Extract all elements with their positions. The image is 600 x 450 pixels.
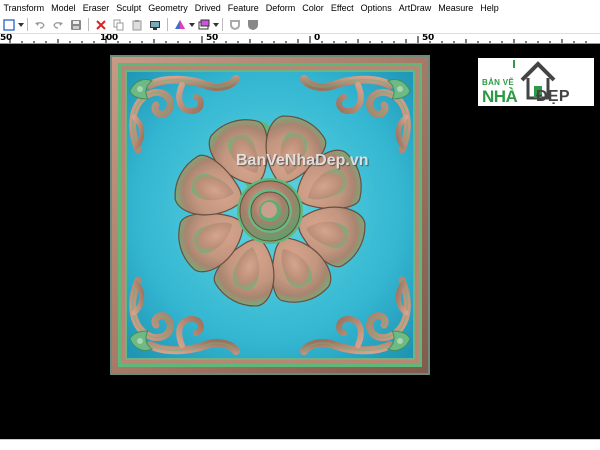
save-icon[interactable]: [69, 18, 83, 32]
display-icon[interactable]: [148, 18, 162, 32]
menu-help[interactable]: Help: [477, 0, 503, 16]
site-logo: BẢN VẼ NHÀ ĐẸP: [478, 58, 594, 106]
color-mode-icon[interactable]: [173, 18, 187, 32]
menu-feature[interactable]: Feature: [224, 0, 262, 16]
ruler-label: 50: [422, 33, 434, 43]
toolbar-separator: [88, 18, 89, 31]
logo-line-3: ĐẸP: [536, 88, 570, 105]
menu-bar: Transform Model Eraser Sculpt Geometry D…: [0, 0, 600, 16]
dropdown-arrow-icon[interactable]: [213, 18, 219, 32]
menu-measure[interactable]: Measure: [435, 0, 477, 16]
delete-icon[interactable]: [94, 18, 108, 32]
ruler-label: 0: [314, 33, 320, 43]
horizontal-ruler[interactable]: 50 100 50 0 50: [0, 33, 600, 44]
copy-icon[interactable]: [112, 18, 126, 32]
toolbar-separator: [27, 18, 28, 31]
select-icon[interactable]: [2, 18, 16, 32]
toolbar: [0, 16, 600, 33]
ruler-label: 50: [0, 33, 12, 43]
ruler-label: 100: [100, 33, 118, 43]
relief-model[interactable]: [110, 55, 430, 375]
menu-deform[interactable]: Deform: [262, 0, 299, 16]
toolbar-separator: [167, 18, 168, 31]
menu-effect[interactable]: Effect: [327, 0, 357, 16]
menu-sculpt[interactable]: Sculpt: [113, 0, 145, 16]
app-window: Transform Model Eraser Sculpt Geometry D…: [0, 0, 600, 450]
view-icon[interactable]: [197, 18, 211, 32]
ruler-ticks: [9, 36, 587, 43]
menu-geometry[interactable]: Geometry: [145, 0, 192, 16]
logo-line-1: BẢN VẼ: [482, 78, 515, 87]
logo-line-2: NHÀ: [482, 87, 518, 106]
dropdown-arrow-icon[interactable]: [18, 18, 24, 32]
dropdown-arrow-icon[interactable]: [189, 18, 195, 32]
menu-artdraw[interactable]: ArtDraw: [395, 0, 435, 16]
status-bar: [0, 439, 600, 450]
menu-drived[interactable]: Drived: [191, 0, 224, 16]
watermark-text: BanVeNhaDep.vn: [236, 152, 369, 169]
viewport-canvas[interactable]: BanVeNhaDep.vn BẢN VẼ NHÀ ĐẸP: [0, 44, 600, 439]
undo-icon[interactable]: [33, 18, 47, 32]
ruler-label: 50: [206, 33, 218, 43]
toolbar-separator: [222, 18, 223, 31]
paste-icon[interactable]: [130, 18, 144, 32]
menu-color[interactable]: Color: [299, 0, 328, 16]
menu-options[interactable]: Options: [357, 0, 395, 16]
redo-icon[interactable]: [51, 18, 65, 32]
shield-filled-icon[interactable]: [246, 18, 260, 32]
shield-icon[interactable]: [228, 18, 242, 32]
menu-eraser[interactable]: Eraser: [79, 0, 113, 16]
menu-transform[interactable]: Transform: [0, 0, 48, 16]
menu-model[interactable]: Model: [48, 0, 80, 16]
